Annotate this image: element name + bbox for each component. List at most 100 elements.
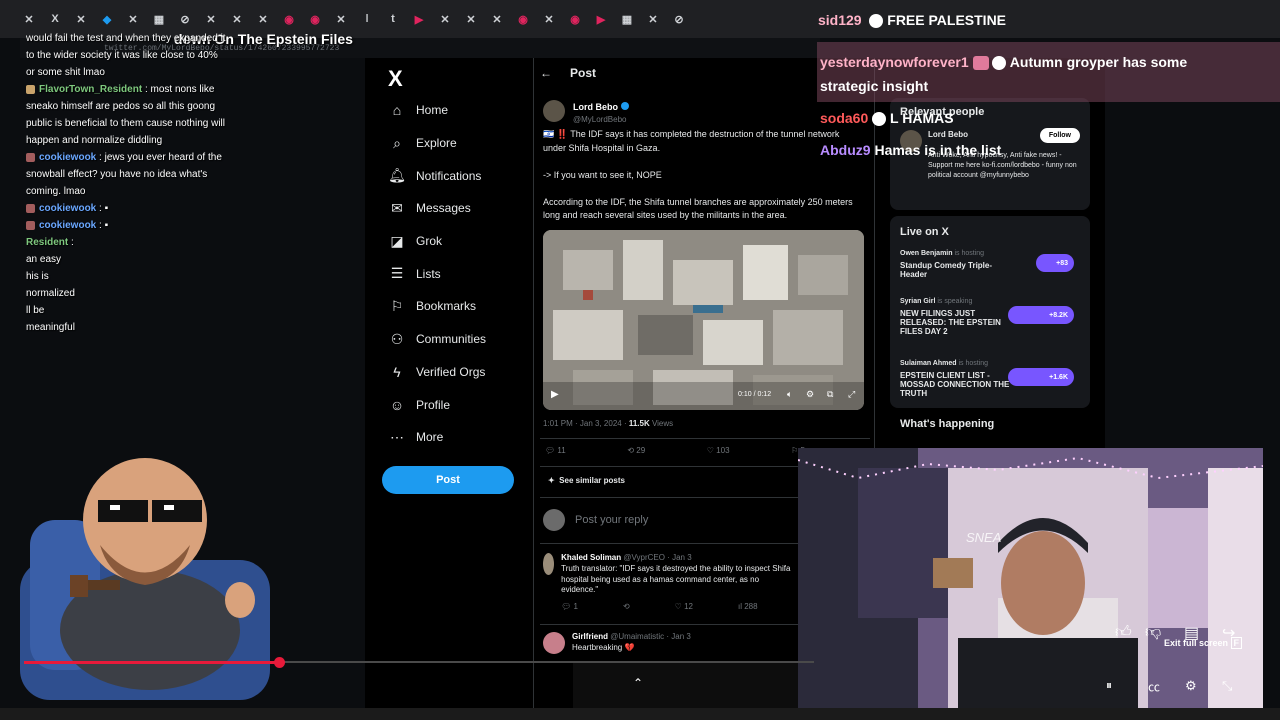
- listener-count: +1.6K: [1008, 368, 1074, 386]
- neon-sign: SNEA: [966, 530, 1002, 545]
- tab-icon[interactable]: ◉: [280, 12, 298, 26]
- sidebar-item-messages[interactable]: ✉ Messages: [380, 192, 530, 225]
- back-arrow-icon[interactable]: ←: [540, 66, 552, 80]
- tab-icon[interactable]: ✕: [72, 12, 90, 26]
- video-time: 0:10 / 0:12: [738, 391, 772, 398]
- reply-reply-button[interactable]: 💬︎ 1: [561, 602, 578, 613]
- tab-icon[interactable]: ✕: [124, 12, 142, 26]
- sidebar-item-bookmarks[interactable]: ⚐ Bookmarks: [380, 290, 530, 323]
- sidebar-item-profile[interactable]: ☺ Profile: [380, 388, 530, 421]
- like-icon[interactable]: 👍︎: [1115, 623, 1132, 642]
- sidebar-item-home[interactable]: ⌂ Home: [380, 94, 530, 127]
- reply-views[interactable]: ıl 288: [738, 602, 758, 613]
- sidebar-item-grok[interactable]: ◪ Grok: [380, 225, 530, 258]
- exit-fullscreen-icon[interactable]: ⤡: [1222, 678, 1232, 694]
- volume-icon[interactable]: 🔈︎: [787, 389, 792, 400]
- tab-icon[interactable]: ✕: [488, 12, 506, 26]
- view-count: 11.5K: [628, 419, 650, 428]
- shortcut-key: F: [1230, 637, 1243, 649]
- reply-repost-icon[interactable]: ⟲: [623, 602, 630, 613]
- sidebar-item-communities[interactable]: ⚇ Communities: [380, 323, 530, 356]
- sidebar-item-more[interactable]: ⋯ More: [380, 421, 530, 454]
- tab-icon[interactable]: ⊘: [176, 12, 194, 26]
- author-handle[interactable]: @MyLordBebo: [573, 115, 629, 124]
- tab-icon[interactable]: t: [384, 12, 402, 26]
- tab-icon[interactable]: ◆: [98, 12, 116, 26]
- reply-author[interactable]: Girlfriend: [572, 632, 608, 641]
- tab-icon[interactable]: ✕: [462, 12, 480, 26]
- post-timestamp[interactable]: 1:01 PM · Jan 3, 2024 ·: [543, 419, 629, 428]
- reply-media[interactable]: [573, 663, 798, 708]
- tab-icon[interactable]: ⊘: [670, 12, 688, 26]
- reply-like-button[interactable]: ♡ 12: [675, 602, 693, 613]
- tab-icon[interactable]: ✕: [644, 12, 662, 26]
- reply-item[interactable]: Khaled Soliman @VyprCEO · Jan 3 Truth tr…: [543, 553, 798, 613]
- grok-icon: ◪: [390, 232, 404, 249]
- tab-icon[interactable]: ▦: [150, 12, 168, 26]
- tab-icon[interactable]: ▦: [618, 12, 636, 26]
- space-item[interactable]: Syrian Girl is speaking NEW FILINGS JUST…: [900, 298, 1080, 356]
- reply-composer[interactable]: Post your reply: [543, 509, 648, 531]
- tab-icon[interactable]: ✕: [228, 12, 246, 26]
- post-author[interactable]: Lord Bebo @MyLordBebo: [543, 97, 629, 124]
- tab-icon[interactable]: ◉: [566, 12, 584, 26]
- pip-icon[interactable]: ⧉: [827, 389, 833, 400]
- tab-icon[interactable]: ✕: [540, 12, 558, 26]
- captions-icon[interactable]: ㏄: [1148, 678, 1160, 695]
- follow-button[interactable]: Follow: [1039, 128, 1080, 143]
- author-name[interactable]: Lord Bebo: [573, 102, 618, 112]
- reply-button[interactable]: 💬︎ 11: [545, 446, 566, 455]
- tab-icon[interactable]: ✕: [254, 12, 272, 26]
- video-progress-handle[interactable]: [274, 657, 285, 668]
- sidebar-item-lists[interactable]: ☰ Lists: [380, 257, 530, 290]
- dislike-icon[interactable]: 👎︎: [1145, 623, 1161, 642]
- video-progress-fill: [24, 661, 280, 664]
- tab-icon[interactable]: ǀ: [358, 12, 376, 26]
- chat-message: Resident :: [26, 237, 74, 248]
- settings-icon[interactable]: ⚙: [1185, 678, 1197, 694]
- fullscreen-icon[interactable]: ⤢: [848, 389, 855, 400]
- sidebar-item-notifications[interactable]: 🔔︎ Notifications: [380, 159, 530, 192]
- tab-icon[interactable]: ▶: [592, 12, 610, 26]
- repost-button[interactable]: ⟲ 29: [627, 446, 645, 455]
- tab-icon[interactable]: ◉: [514, 12, 532, 26]
- space-item[interactable]: Sulaiman Ahmed is hosting EPSTEIN CLIENT…: [900, 360, 1080, 410]
- post-video[interactable]: ▶ 0:10 / 0:12 🔈︎ ⚙ ⧉ ⤢: [543, 230, 864, 410]
- person-icon: ☺: [389, 396, 405, 413]
- space-host: Sulaiman Ahmed: [900, 360, 957, 367]
- reply-avatar[interactable]: [543, 553, 555, 575]
- author-avatar[interactable]: [543, 99, 565, 122]
- reply-input[interactable]: Post your reply: [575, 514, 648, 526]
- x-logo[interactable]: X: [388, 66, 403, 92]
- live-title: Live on X: [900, 226, 949, 238]
- bookmark-icon: ⚐: [390, 297, 404, 314]
- settings-icon[interactable]: ⚙: [806, 389, 814, 400]
- like-button[interactable]: ♡ 103: [707, 446, 730, 455]
- lightning-icon: ϟ: [393, 363, 401, 380]
- sidebar-item-verified-orgs[interactable]: ϟ Verified Orgs: [380, 356, 530, 389]
- tab-icon[interactable]: ◉: [306, 12, 324, 26]
- chevron-up-icon[interactable]: ⌃: [633, 676, 643, 690]
- reply-avatar[interactable]: [543, 632, 565, 654]
- reply-count: 11: [557, 446, 566, 455]
- overlay-message: Abduz9 Hamas is in the list: [820, 142, 1001, 158]
- tab-icon[interactable]: X: [46, 12, 64, 26]
- post-button[interactable]: Post: [382, 466, 514, 494]
- tab-icon[interactable]: ✕: [436, 12, 454, 26]
- reply-handle: @VyprCEO · Jan 3: [623, 553, 692, 562]
- sidebar-item-label: Lists: [416, 266, 441, 281]
- overlay-username: soda60: [820, 110, 869, 126]
- sidebar-item-explore[interactable]: ⌕ Explore: [380, 127, 530, 160]
- tab-icon[interactable]: ✕: [20, 12, 38, 26]
- sidebar-item-label: Profile: [416, 397, 451, 412]
- play-icon[interactable]: ▶: [551, 389, 559, 400]
- tab-icon[interactable]: ✕: [202, 12, 220, 26]
- tab-icon[interactable]: ▶: [410, 12, 428, 26]
- space-item[interactable]: Owen Benjamin is hosting Standup Comedy …: [900, 250, 1080, 290]
- see-similar-posts[interactable]: ✦ See similar posts: [548, 476, 625, 485]
- autoplay-toggle-icon[interactable]: ⏸: [1106, 678, 1112, 693]
- listener-count: +8.2K: [1008, 306, 1074, 324]
- tab-icon[interactable]: ✕: [332, 12, 350, 26]
- reply-item[interactable]: Girlfriend @Umaimatistic · Jan 3 Heartbr…: [543, 632, 798, 654]
- reply-author[interactable]: Khaled Soliman: [561, 553, 621, 562]
